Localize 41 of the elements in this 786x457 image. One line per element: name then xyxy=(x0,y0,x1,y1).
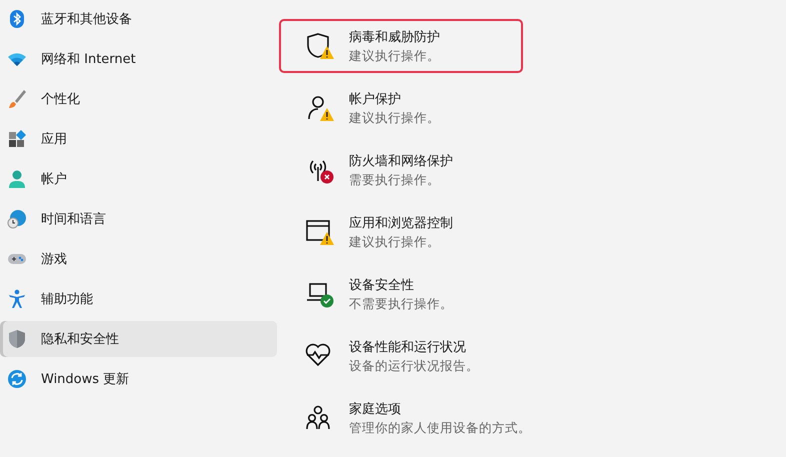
globe-clock-icon xyxy=(7,209,27,229)
update-icon xyxy=(7,369,27,389)
nav-item[interactable]: 网络和 Internet xyxy=(0,41,277,77)
protection-area[interactable]: 帐户保护 建议执行操作。 xyxy=(279,81,523,135)
apps-icon xyxy=(7,129,27,149)
nav-item[interactable]: 个性化 xyxy=(0,81,277,117)
shield-icon xyxy=(305,31,331,58)
area-title: 帐户保护 xyxy=(349,90,402,108)
nav-item[interactable]: 辅助功能 xyxy=(0,281,277,317)
heart-rate-icon xyxy=(305,341,331,368)
nav-item[interactable]: Windows 更新 xyxy=(0,361,277,397)
nav-item[interactable]: 时间和语言 xyxy=(0,201,277,237)
protection-area[interactable]: 设备性能和运行状况 设备的运行状况报告。 xyxy=(279,329,523,383)
area-title: 应用和浏览器控制 xyxy=(349,214,453,232)
area-title: 防火墙和网络保护 xyxy=(349,152,453,170)
protection-area[interactable]: 防火墙和网络保护 需要执行操作。 xyxy=(279,143,523,197)
nav-item[interactable]: 隐私和安全性 xyxy=(0,321,277,357)
nav-item[interactable]: 应用 xyxy=(0,121,277,157)
area-status: 建议执行操作。 xyxy=(349,48,440,64)
area-status: 建议执行操作。 xyxy=(349,234,441,250)
area-title: 设备安全性 xyxy=(349,276,415,294)
family-icon xyxy=(305,403,331,430)
area-title: 家庭选项 xyxy=(349,400,402,418)
nav-item[interactable]: 蓝牙和其他设备 xyxy=(0,1,277,37)
protection-area[interactable]: 病毒和威胁防护 建议执行操作。 xyxy=(279,19,523,73)
protection-area[interactable]: 设备安全性 不需要执行操作。 xyxy=(279,267,523,321)
accessibility-icon xyxy=(7,289,27,309)
protection-area[interactable]: 应用和浏览器控制 建议执行操作。 xyxy=(279,205,523,259)
window-icon xyxy=(305,217,331,244)
shield-icon xyxy=(7,329,27,349)
area-status: 不需要执行操作。 xyxy=(349,296,453,312)
area-title: 设备性能和运行状况 xyxy=(349,338,467,356)
brush-icon xyxy=(7,89,27,109)
area-status: 需要执行操作。 xyxy=(349,172,441,188)
area-title: 病毒和威胁防护 xyxy=(349,28,440,46)
area-status: 建议执行操作。 xyxy=(349,110,440,126)
nav-item[interactable]: 游戏 xyxy=(0,241,277,277)
nav-item[interactable]: 帐户 xyxy=(0,161,277,197)
area-status: 设备的运行状况报告。 xyxy=(349,358,479,374)
bluetooth-icon xyxy=(7,9,27,29)
person-icon xyxy=(7,169,27,189)
